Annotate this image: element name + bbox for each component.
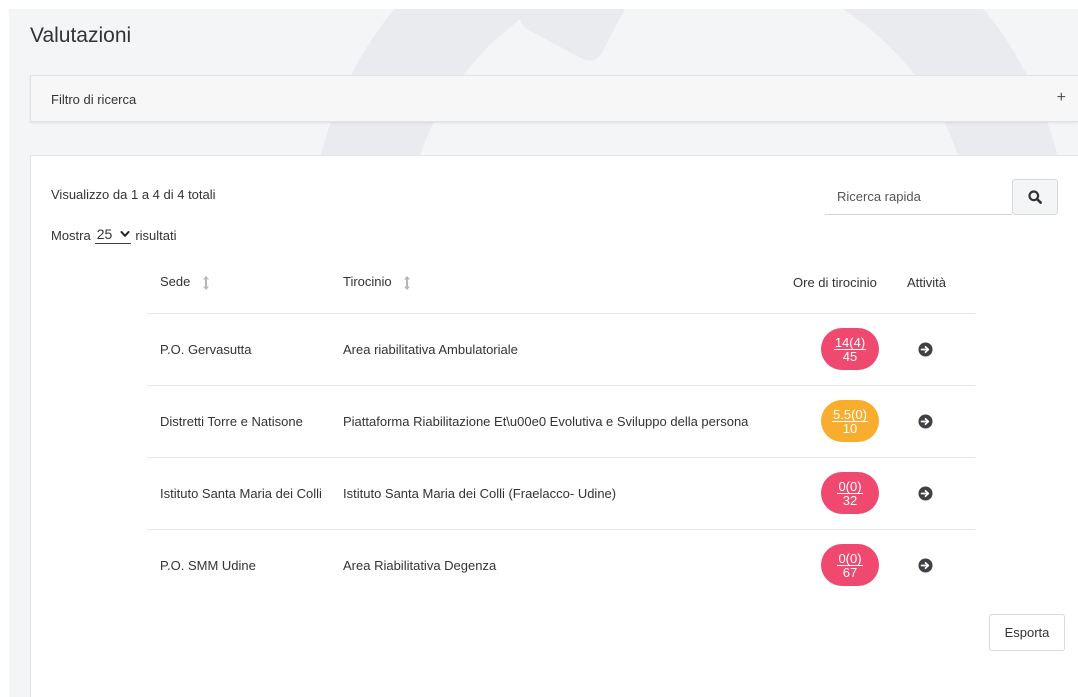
cell-sede: Distretti Torre e Natisone [147,385,343,458]
hours-total: 10 [842,420,858,436]
hours-total: 67 [842,564,858,580]
search-icon [1028,190,1042,204]
page-title: Valutazioni [30,24,132,47]
table-header-row: Sede Tirocinio Ore di tirocinio Attività [147,253,975,314]
hours-done: 0(0) [837,478,863,494]
page-size-prefix: Mostra [51,227,91,243]
page-size-suffix: risultati [135,227,177,243]
hours-badge: 14(4) 45 [821,328,879,370]
arrow-circle-right-icon[interactable] [918,414,933,429]
hours-total: 32 [842,492,858,508]
page-size-select[interactable]: 25 [94,226,132,244]
hours-done: 5.5(0) [832,406,868,422]
hours-done: 14(4) [833,334,867,350]
page-size-value: 25 [96,226,113,242]
hours-badge: 0(0) 32 [821,472,879,514]
cell-tirocinio: Area Riabilitativa Degenza [343,557,497,573]
sort-icon[interactable] [402,275,412,291]
column-header-tirocinio[interactable]: Tirocinio [343,253,793,314]
cell-sede: Istituto Santa Maria dei Colli [147,457,343,530]
export-button[interactable]: Esporta [989,614,1065,651]
hours-badge: 0(0) 67 [821,544,879,587]
arrow-circle-right-icon[interactable] [918,342,933,357]
search-filter-panel[interactable]: Filtro di ricerca + [30,75,1078,122]
sort-icon[interactable] [201,275,211,291]
arrow-circle-right-icon[interactable] [918,558,933,573]
table-row: P.O. Gervasutta Area riabilitativa Ambul… [147,313,975,386]
column-header-sede[interactable]: Sede [147,253,343,314]
results-summary: Visualizzo da 1 a 4 di 4 totali [51,187,216,202]
hours-total: 45 [842,348,858,364]
cell-tirocinio: Area riabilitativa Ambulatoriale [343,313,793,386]
table-row: Distretti Torre e Natisone Piattaforma R… [147,385,975,458]
search-button[interactable] [1012,179,1058,215]
page-size-row: Mostra 25 risultati [51,226,177,244]
hours-badge: 5.5(0) 10 [821,400,879,442]
results-panel: Visualizzo da 1 a 4 di 4 totali Mostra 2… [30,155,1078,697]
chevron-down-icon [120,231,130,237]
column-header-attivita: Attività [907,253,975,314]
column-header-ore: Ore di tirocinio [793,253,907,314]
table-row: Istituto Santa Maria dei Colli Istituto … [147,457,975,530]
expand-plus-icon[interactable]: + [1057,89,1066,107]
hours-done: 0(0) [837,550,863,566]
cell-tirocinio: Istituto Santa Maria dei Colli (Fraelacc… [343,457,793,530]
column-header-label: Tirocinio [343,274,392,290]
cell-tirocinio: Piattaforma Riabilitazione Et\u00e0 Evol… [343,385,793,458]
cell-sede: P.O. Gervasutta [147,313,343,386]
arrow-circle-right-icon[interactable] [918,486,933,501]
table-row: P.O. SMM Udine Area Riabilitativa Degenz… [147,529,975,601]
column-header-label: Sede [160,274,191,290]
cell-sede: P.O. SMM Udine [160,557,256,573]
search-filter-label: Filtro di ricerca [51,92,137,107]
quick-search-input[interactable] [825,179,1012,215]
evaluations-table: Sede Tirocinio Ore di tirocinio Attività… [147,253,975,601]
